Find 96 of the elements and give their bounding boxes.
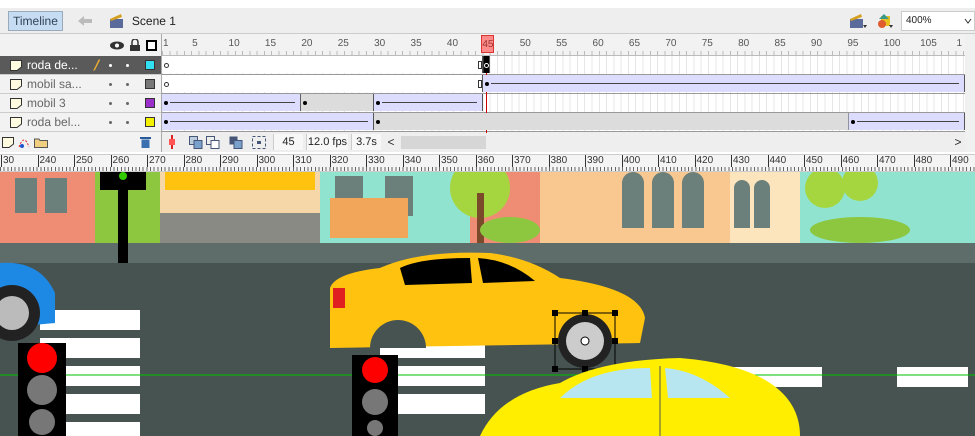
ruler-number: 440 xyxy=(768,155,786,167)
frame-number: 30 xyxy=(374,37,386,51)
ruler-number: 300 xyxy=(256,155,276,167)
ruler-number: 490 xyxy=(950,155,969,167)
frame-number: 65 xyxy=(628,37,640,51)
center-frame-icon[interactable] xyxy=(166,135,178,149)
ruler-number: 430 xyxy=(731,155,750,167)
layer-name: mobil sa... xyxy=(27,76,83,93)
frame-number: 1 xyxy=(163,37,169,51)
onion-skin-icon[interactable] xyxy=(189,136,203,148)
frame-number: 90 xyxy=(810,37,822,51)
ruler-number: 330 xyxy=(366,155,385,167)
ruler-number: 350 xyxy=(439,155,458,167)
frame-number: 40 xyxy=(446,37,458,51)
frame-number: 60 xyxy=(592,37,604,51)
new-layer-icon[interactable] xyxy=(2,136,14,148)
layer-name: roda bel... xyxy=(27,114,82,131)
layer-name: roda de... xyxy=(27,57,79,74)
ruler-number: 470 xyxy=(877,155,896,167)
ruler-number: 450 xyxy=(804,155,823,167)
ruler-number: 260 xyxy=(110,155,130,167)
trash-icon[interactable] xyxy=(140,136,151,148)
onion-outline-icon[interactable] xyxy=(206,136,220,148)
ruler-number: 420 xyxy=(694,155,714,167)
frame-number: 10 xyxy=(228,37,240,51)
onion-markers-icon[interactable] xyxy=(252,136,266,148)
frame-number: 1 xyxy=(956,37,962,51)
scroll-right-button[interactable]: > xyxy=(951,133,965,151)
ruler-number: 30 xyxy=(1,155,14,167)
frame-number: 20 xyxy=(301,37,312,51)
frame-number: 100 xyxy=(884,37,900,51)
ruler-number: 250 xyxy=(74,155,93,167)
clapperboard-icon xyxy=(108,14,124,28)
tween-span[interactable] xyxy=(162,113,374,130)
edit-symbols-icon[interactable] xyxy=(875,12,893,28)
edit-scene-icon[interactable] xyxy=(849,12,867,28)
frame-number: 105 xyxy=(920,37,937,51)
frame-number: 50 xyxy=(520,37,531,51)
ruler-number: 460 xyxy=(840,155,860,167)
frame-number: 85 xyxy=(774,37,786,51)
horizontal-scrollbar-thumb[interactable] xyxy=(401,136,486,148)
ruler-number: 240 xyxy=(38,155,56,167)
layer-color-swatch[interactable] xyxy=(145,117,155,127)
timeline-tab[interactable]: Timeline xyxy=(8,10,63,30)
ruler-number: 400 xyxy=(622,155,640,167)
edit-multiple-frames-icon[interactable] xyxy=(229,136,243,148)
tween-span[interactable] xyxy=(162,94,301,111)
ruler-number: 410 xyxy=(658,155,677,167)
ruler-number: 390 xyxy=(585,155,604,167)
selected-wheel[interactable] xyxy=(552,310,618,372)
layer-icon xyxy=(10,116,22,128)
chevron-down-icon xyxy=(964,18,972,24)
ruler-number: 280 xyxy=(184,155,202,167)
empty-keyframe xyxy=(164,82,169,87)
ruler-number: 340 xyxy=(402,155,422,167)
ruler-number: 320 xyxy=(330,155,348,167)
scene-label: Scene 1 xyxy=(132,12,176,30)
frame-rate: 12.0 fps xyxy=(306,134,348,150)
frame-number: 35 xyxy=(410,37,422,51)
frame-number: 15 xyxy=(264,37,276,51)
elapsed-time: 3.7s xyxy=(351,134,381,150)
frame-number: 70 xyxy=(665,37,676,51)
frame-number: 25 xyxy=(338,37,349,51)
ruler-number: 360 xyxy=(476,155,494,167)
ruler-number: 270 xyxy=(147,155,166,167)
new-folder-icon[interactable] xyxy=(34,136,48,148)
frame-number: 5 xyxy=(192,37,198,51)
ruler-number: 290 xyxy=(220,155,239,167)
empty-keyframe xyxy=(164,63,169,68)
layer-color-swatch[interactable] xyxy=(145,60,155,70)
lock-icon[interactable] xyxy=(130,39,140,51)
zoom-select[interactable]: 400% xyxy=(901,10,975,30)
current-frame: 45 xyxy=(273,134,303,150)
eye-icon[interactable] xyxy=(110,40,124,50)
span-end-marker xyxy=(478,80,482,88)
layer-icon xyxy=(10,78,22,90)
layer-row[interactable]: roda de... xyxy=(0,56,161,75)
layer-icon xyxy=(10,98,22,108)
frame-number: 55 xyxy=(556,37,568,51)
ruler-number: 310 xyxy=(293,155,312,167)
frame-number: 80 xyxy=(738,37,750,51)
span-end-marker xyxy=(478,61,482,69)
vertical-scrollbar[interactable] xyxy=(965,34,975,152)
ruler-number: 480 xyxy=(914,155,932,167)
scroll-left-button[interactable]: < xyxy=(384,133,398,151)
layer-color-swatch[interactable] xyxy=(145,98,155,108)
road-marking xyxy=(897,367,968,387)
ruler-number: 370 xyxy=(512,155,531,167)
motion-guide-icon[interactable] xyxy=(17,136,31,148)
layer-color-swatch[interactable] xyxy=(145,79,155,89)
layer-icon xyxy=(10,60,22,70)
layer-name: mobil 3 xyxy=(27,95,67,112)
outline-icon[interactable] xyxy=(146,40,157,50)
frame-number: 75 xyxy=(702,37,713,51)
ruler-number: 380 xyxy=(548,155,568,167)
frame-number: 95 xyxy=(847,37,858,51)
